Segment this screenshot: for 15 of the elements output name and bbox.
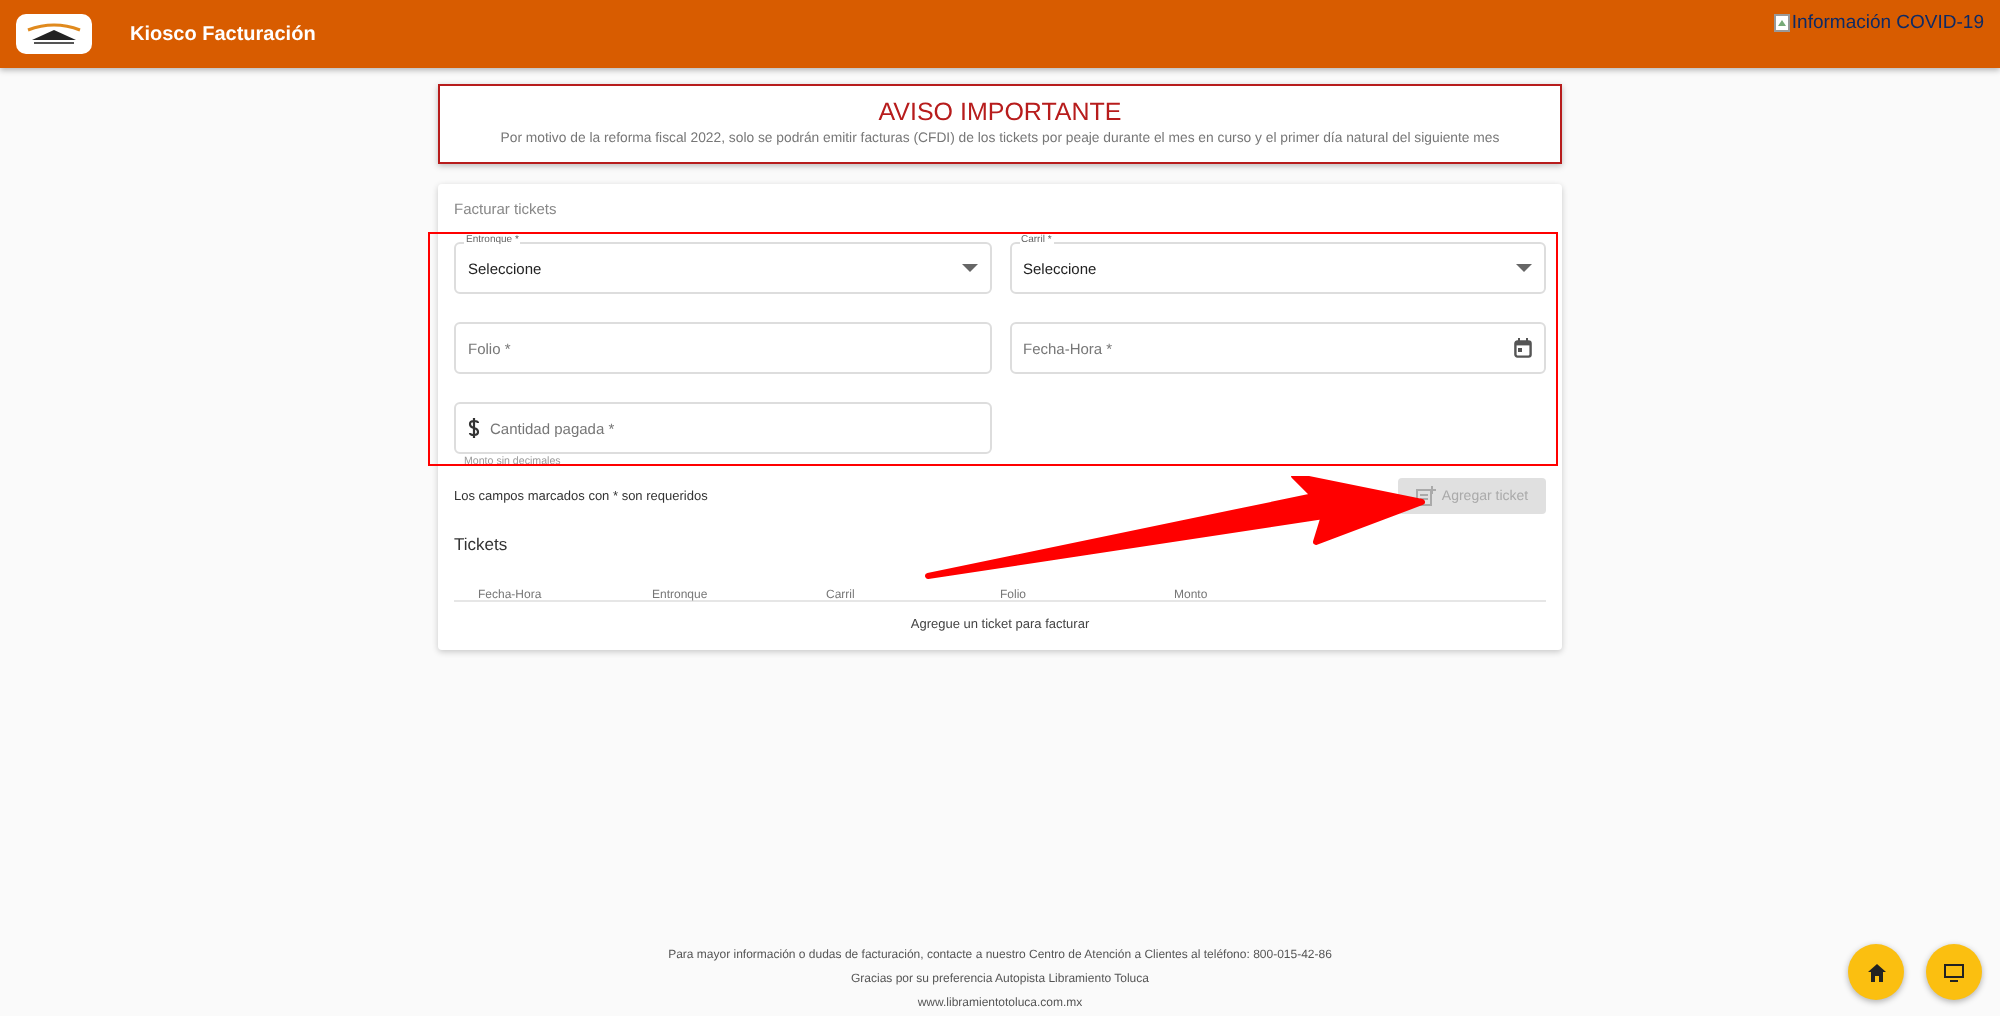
broken-image-icon [1773,14,1790,32]
monitor-button[interactable] [1926,944,1982,1000]
home-icon [1867,963,1885,981]
caret-icon [961,264,977,272]
tickets-title: Tickets [454,534,510,554]
home-button[interactable] [1848,944,1904,1000]
notice-title: AVISO IMPORTANTE [876,98,1124,126]
calendar-icon[interactable] [1514,338,1532,358]
logo-icon[interactable] [16,14,92,54]
monitor-icon [1944,963,1964,981]
app-title: Kiosco Facturación [130,23,316,45]
add-list-icon [1415,486,1436,506]
dollar-icon [468,418,480,438]
covid-link[interactable]: Información COVID-19 [1791,12,1984,34]
caret-icon [1516,264,1532,272]
